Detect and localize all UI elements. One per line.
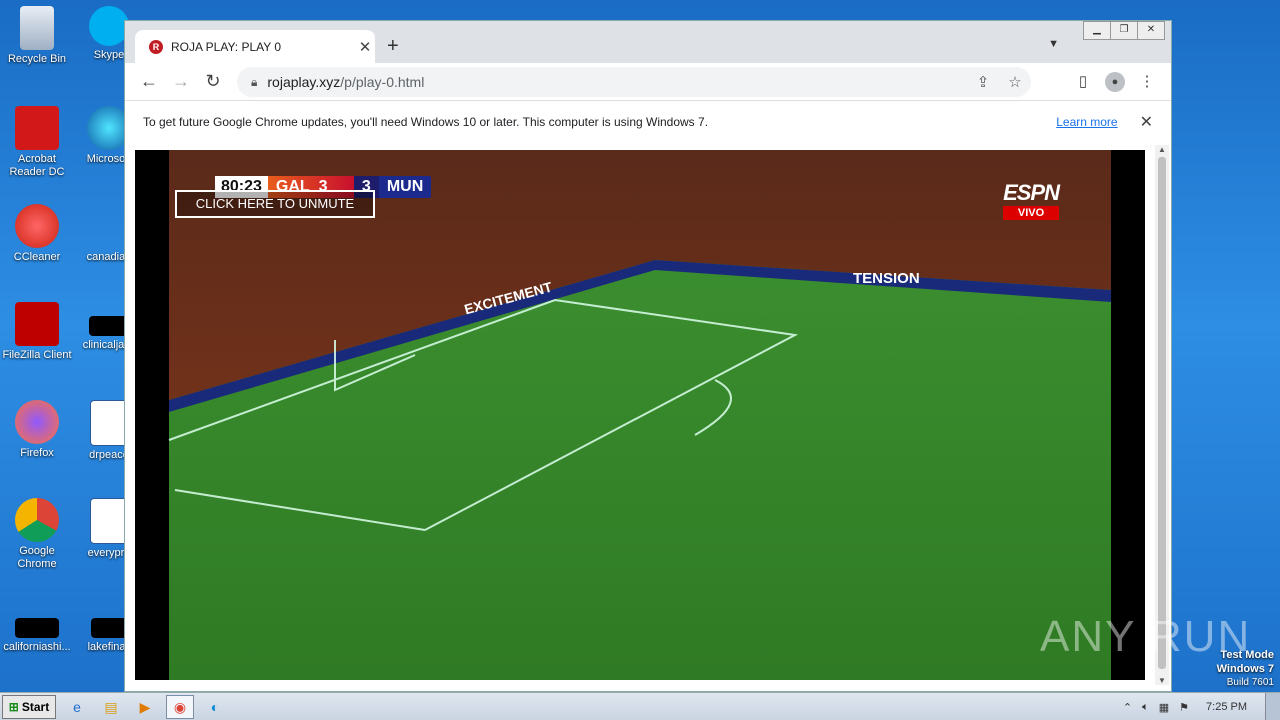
restore-icon[interactable]: ❐ (1110, 21, 1138, 40)
taskbar-explorer-icon[interactable]: ▤ (98, 696, 124, 718)
start-label: Start (21, 700, 50, 714)
file-icon (89, 316, 129, 336)
test-mode-line2: Windows 7 (1216, 663, 1274, 675)
action-center-flag-icon[interactable]: ⚑ (1179, 701, 1189, 714)
desktop-icon-ccleaner[interactable]: CCleaner (2, 204, 72, 264)
profile-avatar-icon[interactable]: ● (1105, 72, 1125, 92)
unmute-button[interactable]: CLICK HERE TO UNMUTE (175, 190, 375, 218)
taskbar-ie-icon[interactable]: e (64, 696, 90, 718)
url-text[interactable]: rojaplay.xyz/p/play-0.html (267, 74, 967, 90)
taskbar: ⊞ Start e ▤ ▶ ◉ ◐ ⌃ 🔈︎ ▦ ⚑ 7:25 PM (0, 692, 1280, 720)
clock[interactable]: 7:25 PM (1206, 701, 1247, 713)
file-icon (91, 618, 127, 638)
tab-title: ROJA PLAY: PLAY 0 (171, 39, 282, 54)
broadcaster-logo: ESPN VIVO (1003, 180, 1060, 220)
infobar-message: To get future Google Chrome updates, you… (143, 115, 709, 129)
ccleaner-icon (15, 204, 59, 248)
volume-icon[interactable]: 🔈︎ (1142, 701, 1149, 714)
url-path: /p/play-0.html (340, 74, 425, 90)
word-document-icon (90, 400, 128, 446)
broadcaster-tag: VIVO (1003, 206, 1059, 220)
desktop-icon-firefox[interactable]: Firefox (2, 400, 72, 460)
roja-favicon-icon: R (149, 39, 163, 54)
share-icon[interactable]: ⇪ (967, 73, 999, 91)
tab-strip: R ROJA PLAY: PLAY 0 ✕ + ▼ ▁ ❐ ✕ (125, 21, 1171, 63)
reload-icon[interactable]: ↻ (197, 71, 229, 92)
back-icon[interactable]: ← (133, 71, 165, 92)
menu-kebab-icon[interactable]: ⋮ (1131, 67, 1163, 97)
new-tab-icon[interactable]: + (387, 35, 399, 58)
away-team-name: MUN (378, 176, 432, 198)
address-bar[interactable]: 🔒︎ rojaplay.xyz/p/play-0.html ⇪ ☆ (237, 67, 1031, 97)
board-text-tension: TENSION (853, 270, 920, 287)
chrome-window: R ROJA PLAY: PLAY 0 ✕ + ▼ ▁ ❐ ✕ ← → ↻ 🔒︎… (124, 20, 1172, 692)
start-button[interactable]: ⊞ Start (2, 695, 56, 719)
close-infobar-icon[interactable]: ✕ (1140, 112, 1153, 132)
word-document-icon (90, 498, 128, 544)
window-controls: ▁ ❐ ✕ (1083, 21, 1165, 40)
recycle-bin-icon (20, 6, 54, 50)
tab-roja-play[interactable]: R ROJA PLAY: PLAY 0 ✕ (135, 30, 375, 63)
football-broadcast-frame (168, 150, 1111, 680)
desktop-icon-acrobat[interactable]: Acrobat Reader DC (2, 106, 72, 179)
file-icon (15, 618, 59, 638)
side-panel-icon[interactable]: ▯ (1067, 67, 1099, 97)
test-mode-notice: Test Mode Windows 7 Build 7601 (1217, 648, 1274, 690)
toolbar: ← → ↻ 🔒︎ rojaplay.xyz/p/play-0.html ⇪ ☆ … (125, 63, 1171, 100)
acrobat-icon (15, 106, 59, 150)
forward-icon[interactable]: → (165, 71, 197, 92)
firefox-icon (15, 400, 59, 444)
filezilla-icon (15, 302, 59, 346)
taskbar-edge-icon[interactable]: ◐ (202, 696, 228, 718)
desktop-icon-google-chrome[interactable]: Google Chrome (2, 498, 72, 571)
page-scrollbar[interactable]: ▲ ▼ (1155, 145, 1169, 685)
scroll-down-icon[interactable]: ▼ (1155, 676, 1169, 685)
url-host: rojaplay.xyz (267, 74, 341, 90)
desktop-icon-californiashi[interactable]: californiashi... (2, 604, 72, 654)
learn-more-link[interactable]: Learn more (1056, 115, 1117, 129)
show-desktop-button[interactable] (1265, 693, 1280, 720)
close-tab-icon[interactable]: ✕ (355, 38, 375, 56)
video-player[interactable]: 80:23 GAL 3 3 MUN CLICK HERE TO UNMUTE E… (135, 150, 1145, 680)
scroll-up-icon[interactable]: ▲ (1155, 145, 1169, 154)
skype-icon (89, 6, 129, 46)
chrome-icon (15, 498, 59, 542)
tray-expand-icon[interactable]: ⌃ (1123, 701, 1132, 714)
update-infobar: To get future Google Chrome updates, you… (125, 100, 1171, 144)
lock-icon[interactable]: 🔒︎ (251, 75, 257, 90)
bookmark-star-icon[interactable]: ☆ (999, 73, 1031, 91)
desktop-icon-filezilla[interactable]: FileZilla Client (2, 302, 72, 362)
network-icon[interactable]: ▦ (1159, 701, 1169, 714)
tab-search-chevron-icon[interactable]: ▼ (1048, 38, 1059, 50)
toolbar-right: ▯ ● ⋮ (1067, 67, 1163, 97)
minimize-icon[interactable]: ▁ (1083, 21, 1111, 40)
close-window-icon[interactable]: ✕ (1137, 21, 1165, 40)
test-mode-line3: Build 7601 (1226, 677, 1274, 688)
broadcaster-name: ESPN (1003, 180, 1060, 205)
windows-logo-icon: ⊞ (8, 700, 19, 714)
scroll-thumb[interactable] (1158, 157, 1166, 669)
system-tray: ⌃ 🔈︎ ▦ ⚑ 7:25 PM (1118, 693, 1280, 720)
desktop-icon-recycle-bin[interactable]: Recycle Bin (2, 6, 72, 66)
taskbar-chrome-icon[interactable]: ◉ (166, 695, 194, 719)
page-content: 80:23 GAL 3 3 MUN CLICK HERE TO UNMUTE E… (125, 143, 1171, 691)
taskbar-media-player-icon[interactable]: ▶ (132, 696, 158, 718)
test-mode-line1: Test Mode (1220, 649, 1274, 661)
